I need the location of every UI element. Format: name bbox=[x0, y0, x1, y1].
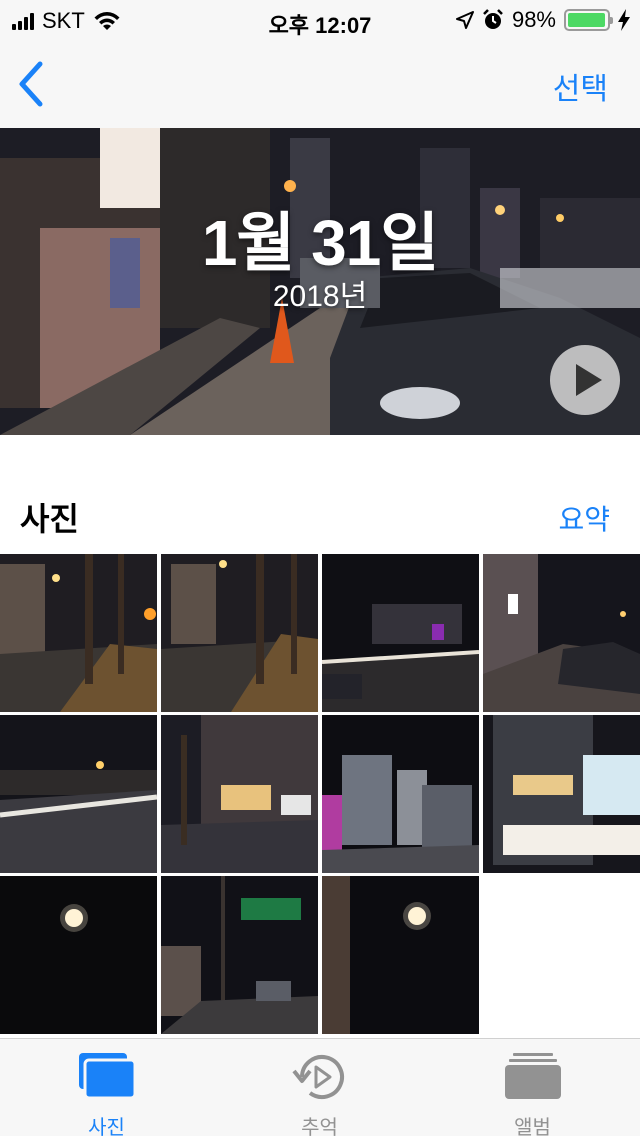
tab-label: 앨범 bbox=[514, 1117, 551, 1136]
night-road-signs-image bbox=[161, 876, 318, 1034]
battery-icon bbox=[564, 9, 613, 31]
navigation-bar: 선택 bbox=[0, 40, 640, 128]
select-button[interactable]: 선택 bbox=[553, 64, 608, 108]
tab-label: 사진 bbox=[88, 1117, 125, 1136]
photo-thumbnail[interactable] bbox=[322, 554, 479, 712]
tab-bar: 사진 추억 앨범 bbox=[0, 1038, 640, 1136]
photo-thumbnail[interactable] bbox=[161, 554, 318, 712]
tab-memories[interactable]: 추억 bbox=[213, 1039, 426, 1136]
night-street-trees-image bbox=[0, 554, 157, 712]
play-icon[interactable] bbox=[550, 345, 620, 415]
photo-thumbnail[interactable] bbox=[0, 876, 157, 1034]
night-street-parked-car-image bbox=[483, 554, 640, 712]
albums-icon bbox=[504, 1053, 561, 1099]
tab-albums[interactable]: 앨범 bbox=[426, 1039, 639, 1136]
chevron-left-icon bbox=[19, 61, 43, 107]
hero-year: 2018년 bbox=[272, 280, 368, 313]
night-street-trees-image bbox=[161, 554, 318, 712]
photo-thumbnail[interactable] bbox=[0, 554, 157, 712]
night-city-buildings-image bbox=[322, 715, 479, 873]
photo-thumbnail[interactable] bbox=[161, 876, 318, 1034]
section-title: 사진 bbox=[20, 501, 79, 537]
status-right: 98% bbox=[455, 7, 630, 33]
tab-photos[interactable]: 사진 bbox=[0, 1039, 213, 1136]
summary-button[interactable]: 요약 bbox=[558, 498, 610, 538]
back-button[interactable] bbox=[12, 60, 52, 108]
photo-thumbnail[interactable] bbox=[322, 876, 479, 1034]
night-building-corner-image bbox=[483, 715, 640, 873]
battery-percent: 98% bbox=[511, 7, 556, 32]
charging-bolt-icon bbox=[618, 9, 630, 31]
night-street-shops-image bbox=[161, 715, 318, 873]
full-moon-wall-image bbox=[322, 876, 479, 1034]
battery-level-fill bbox=[568, 13, 606, 27]
status-bar: SKT 오후 12:07 98% bbox=[0, 0, 640, 40]
photos-stack-icon bbox=[78, 1053, 136, 1100]
photo-thumbnail[interactable] bbox=[483, 715, 640, 873]
memories-play-icon bbox=[291, 1055, 344, 1099]
location-arrow-icon bbox=[455, 11, 474, 29]
night-road-river-image bbox=[0, 715, 157, 873]
tab-label: 추억 bbox=[301, 1117, 338, 1136]
hero-video-thumbnail[interactable]: 1월 31일 2018년 bbox=[0, 128, 640, 435]
night-street-light-trails-image bbox=[322, 554, 479, 712]
alarm-icon bbox=[483, 9, 503, 29]
photo-thumbnail[interactable] bbox=[322, 715, 479, 873]
full-moon-image bbox=[0, 876, 157, 1034]
photo-thumbnail[interactable] bbox=[161, 715, 318, 873]
photo-thumbnail[interactable] bbox=[0, 715, 157, 873]
photo-thumbnail[interactable] bbox=[483, 554, 640, 712]
